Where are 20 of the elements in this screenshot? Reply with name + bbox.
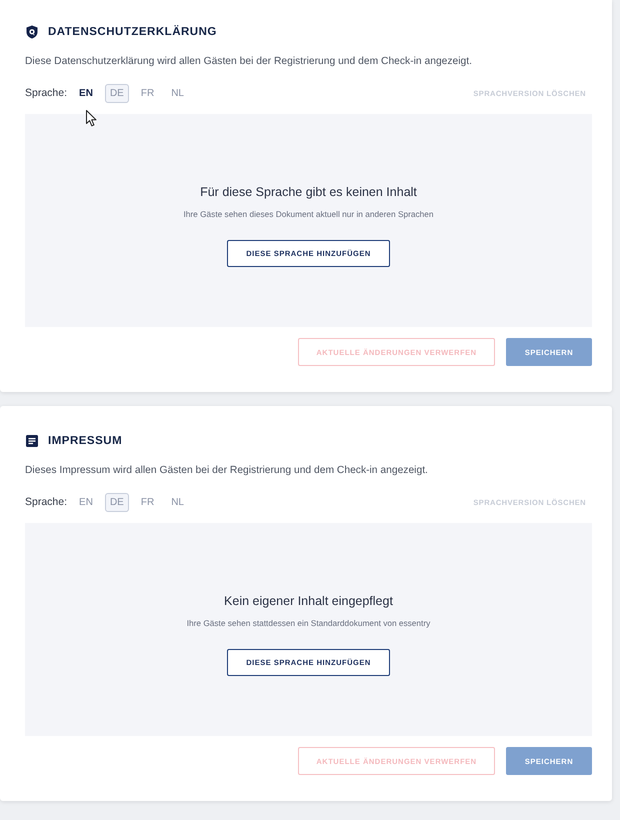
- document-icon: [25, 434, 39, 448]
- language-tab[interactable]: EN: [74, 492, 98, 512]
- language-label: Sprache:: [25, 496, 68, 508]
- shield-icon: [25, 24, 39, 38]
- language-tab[interactable]: FR: [136, 492, 160, 512]
- language-tab[interactable]: DE: [104, 84, 129, 102]
- section-description: Diese Datenschutzerklärung wird allen Gästen bei der Registrierung und dem Check-in angezeigt.: [25, 55, 474, 69]
- language-label: Sprache:: [25, 87, 68, 99]
- language-tab[interactable]: DE: [104, 492, 129, 512]
- section-description: Dieses Impressum wird allen Gästen bei der Registrierung und dem Check-in angezeigt.: [25, 464, 429, 478]
- empty-state-heading: Für diese Sprache gibt es keinen Inhalt: [200, 184, 417, 198]
- section-title: DATENSCHUTZERKLÄRUNG: [48, 26, 217, 38]
- empty-state-text: Ihre Gäste sehen stattdessen ein Standarddokument von essentry: [186, 618, 430, 628]
- language-tab[interactable]: NL: [166, 492, 189, 512]
- language-tab[interactable]: EN: [74, 84, 98, 102]
- language-tab[interactable]: NL: [166, 84, 189, 102]
- empty-state-text: Ihre Gäste sehen dieses Dokument aktuell nur in anderen Sprachen: [184, 208, 434, 218]
- language-tab[interactable]: FR: [136, 84, 160, 102]
- empty-state-heading: Kein eigener Inhalt eingepflegt: [224, 594, 393, 608]
- section-title: IMPRESSUM: [48, 434, 122, 446]
